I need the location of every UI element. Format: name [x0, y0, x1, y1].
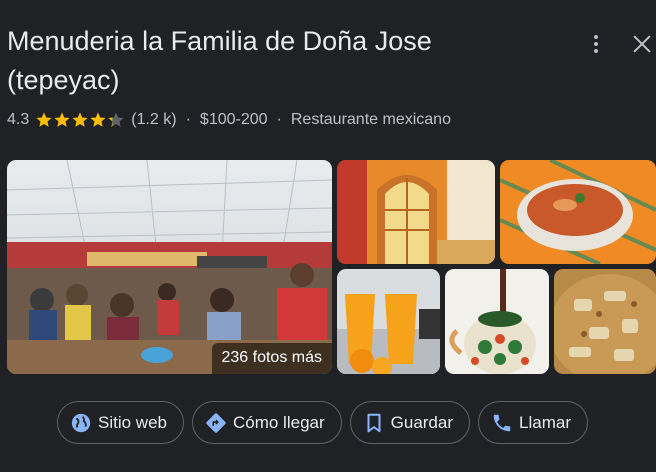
- rating-stars: [35, 111, 125, 129]
- rating-value: 4.3: [7, 111, 30, 128]
- close-icon: [633, 35, 651, 53]
- separator: ·: [276, 111, 282, 128]
- separator: ·: [185, 111, 191, 128]
- photo-coffee-pot[interactable]: [445, 269, 549, 374]
- photo-window[interactable]: [337, 160, 495, 264]
- photo-soup[interactable]: [500, 160, 656, 264]
- more-photos-label[interactable]: 236 fotos más: [211, 343, 332, 374]
- directions-button[interactable]: Cómo llegar: [191, 401, 342, 444]
- website-label: Sitio web: [98, 412, 167, 432]
- directions-icon: [205, 412, 227, 434]
- more-vert-icon: [594, 35, 598, 53]
- review-count[interactable]: (1.2 k): [131, 111, 176, 129]
- close-button[interactable]: [626, 28, 656, 60]
- photo-orange-juice[interactable]: [337, 269, 440, 374]
- call-label: Llamar: [519, 412, 571, 432]
- place-title: Menuderia la Familia de Doña Jose (tepey…: [7, 26, 432, 95]
- save-label: Guardar: [390, 412, 454, 432]
- star-icon: [90, 112, 106, 127]
- star-icon: [36, 112, 52, 127]
- directions-label: Cómo llegar: [232, 412, 325, 432]
- phone-icon: [491, 412, 513, 434]
- bookmark-icon: [363, 412, 385, 434]
- photo-menudo[interactable]: [554, 269, 656, 374]
- call-button[interactable]: Llamar: [478, 401, 588, 444]
- action-chips: Sitio web Cómo llegar Guardar Llamar: [57, 401, 588, 446]
- more-options-button[interactable]: [580, 28, 612, 60]
- website-button[interactable]: Sitio web: [57, 401, 184, 444]
- photo-interior[interactable]: 236 fotos más: [7, 160, 332, 374]
- place-category: Restaurante mexicano: [290, 111, 451, 128]
- star-icon: [54, 112, 70, 127]
- place-meta: 4.3 (1.2 k) · $100-200 · Restaurante mex…: [7, 109, 451, 131]
- price-range: $100-200: [199, 111, 268, 128]
- globe-icon: [70, 412, 92, 434]
- photo-gallery: 236 fotos más: [0, 160, 656, 374]
- star-icon: [72, 112, 88, 127]
- save-button[interactable]: Guardar: [349, 401, 471, 444]
- star-icon: [108, 112, 124, 127]
